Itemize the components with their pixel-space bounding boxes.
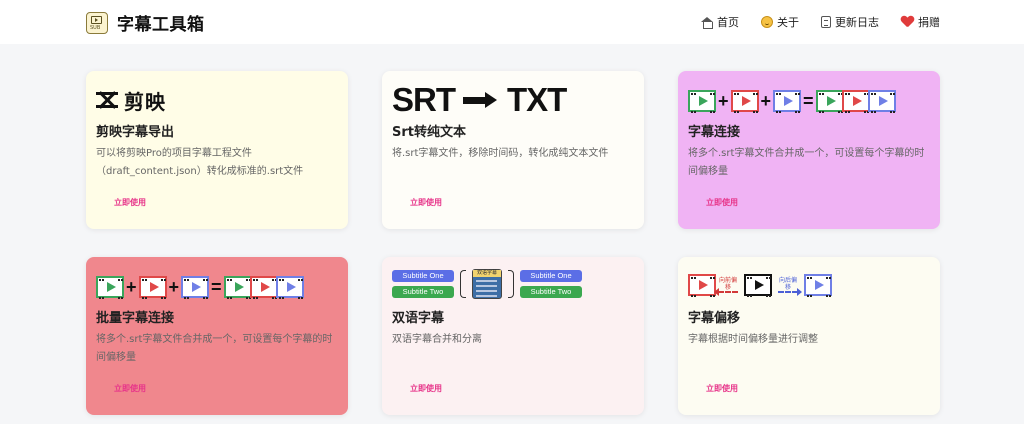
plus-icon: + [126,276,137,297]
film-blue-icon [181,276,210,299]
tool-card-srt-to-txt[interactable]: SRT TXT Srt转纯文本 将.srt字幕文件，移除时间码，转化成纯文本文件… [382,71,644,229]
offset-graphic: 向前偏移 向后偏移 [688,269,832,301]
tool-card-bilingual[interactable]: Subtitle One Subtitle Two 双语字幕 Subtitle … [382,257,644,415]
main-nav: 首页 关于 更新日志 捐赠 [679,14,940,30]
film-red-icon [138,276,167,299]
subtitle-two-pill: Subtitle Two [392,286,454,298]
film-green-icon [96,276,124,299]
film-red-icon [688,274,716,297]
jianying-logo: 剪映 [96,85,166,115]
use-now-link[interactable]: 立即使用 [410,383,442,394]
card-description: 将多个.srt字幕文件合并成一个，可设置每个字幕的时间偏移量 [96,334,333,363]
nav-about[interactable]: 关于 [761,14,799,30]
merge-films-graphic: + + = [96,272,304,302]
card-title: Srt转纯文本 [392,125,466,140]
smile-icon [761,16,773,28]
plus-icon: + [718,90,729,111]
nav-home-label: 首页 [717,16,739,29]
card-description: 双语字幕合并和分离 [392,334,482,345]
tool-card-subtitle-join[interactable]: + + = 字幕连接 将多个.srt字幕文件合并成一个，可设置每个字幕的时间偏移… [678,71,940,229]
bilingual-doc-icon: 双语字幕 [472,269,502,299]
nav-donate-label: 捐赠 [918,16,940,29]
card-title: 剪映字幕导出 [96,125,175,140]
equals-icon: = [803,90,814,111]
tool-card-batch-join[interactable]: + + = 批量字幕连接 将多个.srt字幕文件合并成一个，可设置每个字幕的时间… [86,257,348,415]
plus-icon: + [760,90,772,111]
tool-card-jianying-export[interactable]: 剪映 剪映字幕导出 可以将剪映Pro的项目字幕工程文件（draft_conten… [86,71,348,229]
nav-changelog-label: 更新日志 [835,16,879,29]
film-black-icon [744,274,772,297]
use-now-link[interactable]: 立即使用 [114,383,146,394]
log-icon [821,16,831,28]
merged-film-icon [815,90,896,113]
nav-changelog[interactable]: 更新日志 [821,14,879,30]
card-title: 字幕连接 [688,125,741,140]
plus-icon: + [168,276,180,297]
subtitle-two-pill: Subtitle Two [520,286,582,298]
use-now-link[interactable]: 立即使用 [114,197,146,208]
card-description: 字幕根据时间偏移量进行调整 [688,334,818,345]
bracket-right-icon [508,270,514,298]
arrow-right-icon [463,92,499,108]
card-title: 批量字幕连接 [96,311,175,326]
subtitle-logo-icon: SUB [86,11,108,34]
jianying-mark-icon [96,90,118,110]
bilingual-graphic: Subtitle One Subtitle Two 双语字幕 Subtitle … [392,267,582,301]
jianying-logo-text: 剪映 [124,89,166,114]
card-title: 字幕偏移 [688,311,741,326]
nav-donate[interactable]: 捐赠 [901,14,940,30]
home-icon [701,16,713,29]
film-blue-icon [773,90,802,113]
txt-label: TXT [507,81,567,118]
nav-about-label: 关于 [777,16,799,29]
shift-back-label: 向前偏移 [718,277,737,291]
srt-to-txt-graphic: SRT TXT [392,81,567,118]
card-description: 可以将剪映Pro的项目字幕工程文件（draft_content.json）转化成… [96,148,304,177]
merged-film-icon [223,276,304,299]
shift-forward-label: 向后偏移 [778,277,797,291]
subtitle-one-pill: Subtitle One [520,270,582,282]
card-description: 将.srt字幕文件，移除时间码，转化成纯文本文件 [392,148,609,159]
subtitle-one-pill: Subtitle One [392,270,454,282]
top-navbar: SUB 字幕工具箱 首页 关于 更新日志 捐赠 [0,0,1024,44]
merge-films-graphic: + + = [688,86,896,116]
card-description: 将多个.srt字幕文件合并成一个，可设置每个字幕的时间偏移量 [688,148,925,177]
film-green-icon [688,90,716,113]
tool-card-subtitle-offset[interactable]: 向前偏移 向后偏移 字幕偏移 字幕根据时间偏移量进行调整 立即使用 [678,257,940,415]
use-now-link[interactable]: 立即使用 [706,197,738,208]
brand-title: 字幕工具箱 [117,15,205,35]
card-title: 双语字幕 [392,311,445,326]
use-now-link[interactable]: 立即使用 [410,197,442,208]
srt-label: SRT [392,81,456,118]
heart-icon [901,16,914,28]
arrow-right-dashed-icon [778,288,802,296]
film-blue-icon [804,274,832,297]
film-red-icon [730,90,759,113]
nav-home[interactable]: 首页 [701,14,739,30]
arrow-left-dashed-icon [714,288,738,296]
bracket-left-icon [460,270,466,298]
use-now-link[interactable]: 立即使用 [706,383,738,394]
brand[interactable]: SUB 字幕工具箱 [86,10,205,35]
equals-icon: = [211,276,222,297]
